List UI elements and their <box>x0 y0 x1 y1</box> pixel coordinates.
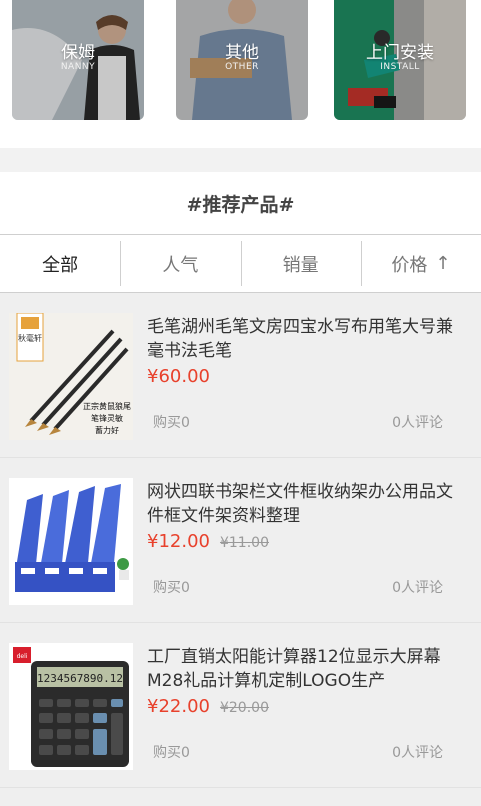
tab-sales[interactable]: 销量 <box>240 235 361 292</box>
image-caption-line: 正宗黄鼠狼尾 <box>83 401 131 411</box>
brand-logo: deli <box>17 653 28 660</box>
product-price: ¥60.00 <box>147 366 210 387</box>
product-info: 毛笔湖州毛笔文房四宝水写布用笔大号兼毫书法毛笔 ¥60.00 <box>147 315 467 394</box>
price-row: ¥12.00 ¥11.00 <box>147 531 467 559</box>
brand-mark: 秋毫轩 <box>18 333 42 343</box>
tab-popularity[interactable]: 人气 <box>120 235 240 292</box>
product-image-brush: 秋毫轩 正宗黄鼠狼尾 笔锋灵敏 蓄力好 <box>9 313 133 440</box>
calculator-display: 1234567890.12 <box>37 672 123 685</box>
sort-tabs: 全部 人气 销量 价格 ↑ <box>0 235 481 293</box>
tab-label: 全部 <box>42 254 79 276</box>
service-title: 其他 <box>225 43 259 63</box>
product-name: 网状四联书架栏文件框收纳架办公用品文件框文件架资料整理 <box>147 482 453 526</box>
bought-count: 购买0 <box>153 415 190 431</box>
service-title: 上门安装 <box>366 43 434 63</box>
product-item[interactable]: 秋毫轩 正宗黄鼠狼尾 笔锋灵敏 蓄力好 毛笔湖州毛笔文房四宝水写布用笔大号兼毫书… <box>0 293 481 458</box>
service-subtitle: INSTALL <box>380 62 420 72</box>
service-subtitle: OTHER <box>225 62 259 72</box>
product-info: 网状四联书架栏文件框收纳架办公用品文件框文件架资料整理 ¥12.00 ¥11.0… <box>147 480 467 559</box>
service-tile-install[interactable]: 上门安装 INSTALL <box>334 0 466 120</box>
tab-label: 价格 <box>391 254 428 276</box>
tab-all[interactable]: 全部 <box>0 235 120 292</box>
service-category-row: 保姆 NANNY 其他 OTHER 上门安装 INSTALL <box>0 0 481 148</box>
product-image-calculator: deli 1234567890.12 <box>9 643 133 770</box>
review-count: 0人评论 <box>392 580 443 596</box>
review-count: 0人评论 <box>392 745 443 761</box>
price-row: ¥22.00 ¥20.00 <box>147 696 467 724</box>
arrow-up-icon: ↑ <box>435 253 451 274</box>
product-item[interactable]: 网状四联书架栏文件框收纳架办公用品文件框文件架资料整理 ¥12.00 ¥11.0… <box>0 458 481 623</box>
calculator-image: deli 1234567890.12 <box>9 643 133 770</box>
product-meta: 购买0 0人评论 <box>153 742 443 762</box>
recommend-header: #推荐产品# <box>0 172 481 235</box>
product-name: 毛笔湖州毛笔文房四宝水写布用笔大号兼毫书法毛笔 <box>147 317 453 361</box>
file-rack-image <box>9 478 133 605</box>
product-original-price: ¥20.00 <box>219 700 269 716</box>
product-meta: 购买0 0人评论 <box>153 577 443 597</box>
bought-count: 购买0 <box>153 745 190 761</box>
tab-price[interactable]: 价格 ↑ <box>360 235 481 292</box>
service-title: 保姆 <box>61 43 95 63</box>
section-divider <box>0 148 481 172</box>
product-price: ¥12.00 <box>147 531 210 552</box>
product-list: 秋毫轩 正宗黄鼠狼尾 笔锋灵敏 蓄力好 毛笔湖州毛笔文房四宝水写布用笔大号兼毫书… <box>0 293 481 788</box>
product-name: 工厂直销太阳能计算器12位显示大屏幕M28礼品计算机定制LOGO生产 <box>147 647 441 691</box>
product-original-price: ¥11.00 <box>219 535 269 551</box>
product-meta: 购买0 0人评论 <box>153 412 443 432</box>
calligraphy-brush-image: 秋毫轩 正宗黄鼠狼尾 笔锋灵敏 蓄力好 <box>9 313 133 440</box>
image-caption-line: 笔锋灵敏 <box>91 413 123 423</box>
product-item[interactable]: deli 1234567890.12 工厂直销太阳能计算器12位显示大屏幕M28… <box>0 623 481 788</box>
price-row: ¥60.00 <box>147 366 467 394</box>
tab-label: 人气 <box>162 254 199 276</box>
tab-label: 销量 <box>282 254 319 276</box>
product-image-file-rack <box>9 478 133 605</box>
recommend-title: #推荐产品# <box>186 193 295 216</box>
image-caption-line: 蓄力好 <box>95 425 119 435</box>
product-price: ¥22.00 <box>147 696 210 717</box>
service-tile-nanny[interactable]: 保姆 NANNY <box>12 0 144 120</box>
product-info: 工厂直销太阳能计算器12位显示大屏幕M28礼品计算机定制LOGO生产 ¥22.0… <box>147 645 467 724</box>
review-count: 0人评论 <box>392 415 443 431</box>
service-tile-other[interactable]: 其他 OTHER <box>176 0 308 120</box>
bought-count: 购买0 <box>153 580 190 596</box>
service-subtitle: NANNY <box>60 62 96 72</box>
